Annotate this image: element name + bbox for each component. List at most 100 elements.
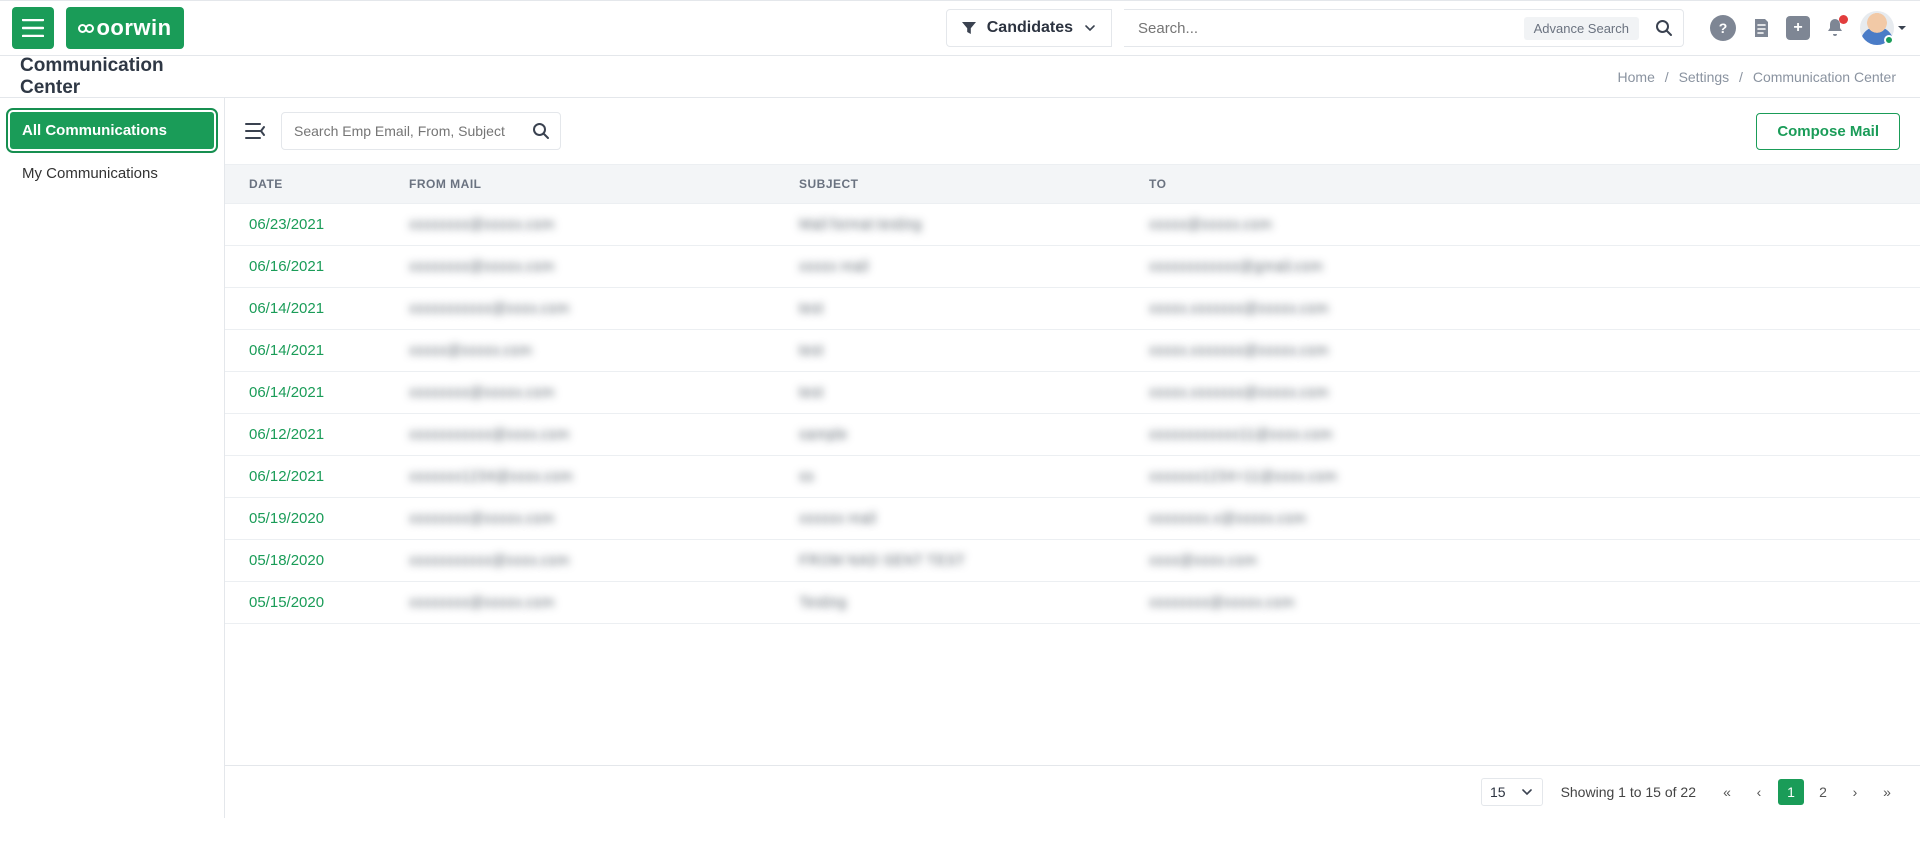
cell-subject: xxxxxx mail xyxy=(799,510,876,527)
table-row[interactable]: 06/14/2021xxxxx@xxxxx.comtestxxxxx.xxxxx… xyxy=(225,330,1920,372)
cell-subject: xxxxx mail xyxy=(799,258,868,275)
cell-from: xxxxxxxx@xxxxx.com xyxy=(409,216,554,233)
column-header-to[interactable]: TO xyxy=(1135,165,1920,204)
add-button[interactable]: + xyxy=(1786,16,1810,40)
search-icon xyxy=(1655,19,1673,37)
top-actions: ? + xyxy=(1710,11,1908,45)
page-last[interactable]: » xyxy=(1874,779,1900,805)
chevron-down-icon xyxy=(1083,21,1097,35)
table-search xyxy=(281,112,561,150)
help-button[interactable]: ? xyxy=(1710,15,1736,41)
cell-from: xxxxxxxx@xxxxx.com xyxy=(409,510,554,527)
column-header-date[interactable]: DATE xyxy=(225,165,395,204)
page-prev[interactable]: ‹ xyxy=(1746,779,1772,805)
cell-date: 05/15/2020 xyxy=(225,582,395,624)
table-row[interactable]: 06/16/2021 xxxxxxxx@xxxxx.com xxxxx mail xx… xyxy=(225,246,1920,288)
cell-subject: sample xyxy=(799,426,847,443)
table-row[interactable]: 05/15/2020xxxxxxxx@xxxxx.comTestingxxxxx… xyxy=(225,582,1920,624)
hamburger-icon xyxy=(22,19,44,37)
cell-date: 06/14/2021 xyxy=(225,288,395,330)
notifications-button[interactable] xyxy=(1824,17,1846,39)
cell-from: xxxxxxxx@xxxxx.com xyxy=(409,258,554,275)
plus-icon: + xyxy=(1793,19,1802,37)
table-row[interactable]: 06/23/2021 xxxxxxxx@xxxxx.com Mail format … xyxy=(225,204,1920,246)
cell-to: xxxxx.xxxxxxx@xxxxx.com xyxy=(1149,384,1328,401)
result-count: Showing 1 to 15 of 22 xyxy=(1561,784,1696,800)
filter-panel-icon xyxy=(245,121,267,141)
crumb-settings[interactable]: Settings xyxy=(1679,69,1730,85)
cell-from: xxxxxxxx@xxxxx.com xyxy=(409,384,554,401)
cell-subject: ss xyxy=(799,468,814,485)
column-header-from[interactable]: FROM MAIL xyxy=(395,165,785,204)
advance-search-button[interactable]: Advance Search xyxy=(1524,17,1639,40)
sub-header: Communication Center Home / Settings / C… xyxy=(0,56,1920,98)
top-bar: oorwin Candidates Advance Search ? + xyxy=(0,0,1920,56)
cell-to: xxxxxxxx@xxxxx.com xyxy=(1149,594,1294,611)
page-title: Communication Center xyxy=(20,55,164,98)
cell-subject: test xyxy=(799,342,823,359)
table-row[interactable]: 06/12/2021xxxxxxx1234@xxxx.comssxxxxxxx1… xyxy=(225,456,1920,498)
notes-button[interactable] xyxy=(1750,17,1772,39)
table-row[interactable]: 06/14/2021xxxxxxxxxxx@xxxx.comtestxxxxx.… xyxy=(225,288,1920,330)
cell-date: 05/19/2020 xyxy=(225,498,395,540)
content-area: Compose Mail DATE FROM MAIL SUBJECT TO 0… xyxy=(225,98,1920,818)
sidebar-item-my-communications[interactable]: My Communications xyxy=(10,155,214,192)
cell-subject: test xyxy=(799,384,823,401)
page-first[interactable]: « xyxy=(1714,779,1740,805)
user-avatar[interactable] xyxy=(1860,11,1894,45)
main-menu-button[interactable] xyxy=(12,7,54,49)
table-search-input[interactable] xyxy=(282,123,522,139)
cell-from: xxxxxxxxxxx@xxxx.com xyxy=(409,552,569,569)
cell-date: 06/12/2021 xyxy=(225,414,395,456)
page-next[interactable]: › xyxy=(1842,779,1868,805)
cell-subject: test xyxy=(799,300,823,317)
notes-icon xyxy=(1750,17,1772,39)
search-scope-dropdown[interactable]: Candidates xyxy=(946,9,1112,47)
table-footer: 15 Showing 1 to 15 of 22 « ‹ 12 › » xyxy=(225,765,1920,818)
cell-subject: FROM NAD SENT TEST xyxy=(799,552,965,569)
table-row[interactable]: 05/18/2020 xxxxxxxxxxx@xxxx.com FROM NAD S… xyxy=(225,540,1920,582)
sidebar: All Communications My Communications xyxy=(0,98,225,818)
global-search-button[interactable] xyxy=(1645,19,1683,37)
cell-from: xxxxxxxxxxx@xxxx.com xyxy=(409,300,569,317)
cell-to: xxxxxxxxxxxx@gmail.com xyxy=(1149,258,1323,275)
cell-subject: Mail format testing xyxy=(799,216,922,233)
cell-to: xxxx@xxxx.com xyxy=(1149,552,1257,569)
cell-from: xxxxxxxx@xxxxx.com xyxy=(409,594,554,611)
sidebar-item-all-communications[interactable]: All Communications xyxy=(10,112,214,149)
help-icon: ? xyxy=(1719,20,1728,36)
page-number[interactable]: 2 xyxy=(1810,779,1836,805)
page-size-select[interactable]: 15 xyxy=(1481,778,1543,806)
cell-from: xxxxxxx1234@xxxx.com xyxy=(409,468,573,485)
table-row[interactable]: 05/19/2020xxxxxxxx@xxxxx.comxxxxxx mailx… xyxy=(225,498,1920,540)
main-layout: All Communications My Communications Comp… xyxy=(0,98,1920,818)
table-search-button[interactable] xyxy=(522,122,560,140)
compose-mail-button[interactable]: Compose Mail xyxy=(1756,113,1900,150)
page-size-value: 15 xyxy=(1490,784,1506,800)
filter-toggle-button[interactable] xyxy=(245,121,267,141)
communications-table: DATE FROM MAIL SUBJECT TO 06/23/2021 xxxx… xyxy=(225,164,1920,624)
table-row[interactable]: 06/14/2021 xxxxxxxx@xxxxx.com test xxxxx.xx… xyxy=(225,372,1920,414)
pagination: « ‹ 12 › » xyxy=(1714,779,1900,805)
crumb-home[interactable]: Home xyxy=(1618,69,1655,85)
cell-date: 06/14/2021 xyxy=(225,372,395,414)
brand-logo-text: oorwin xyxy=(96,15,171,41)
brand-logo[interactable]: oorwin xyxy=(66,7,184,49)
cell-to: xxxxx.xxxxxxx@xxxxx.com xyxy=(1149,342,1328,359)
page-number[interactable]: 1 xyxy=(1778,779,1804,805)
cell-from: xxxxxxxxxxx@xxxx.com xyxy=(409,426,569,443)
cell-to: xxxxx@xxxxx.com xyxy=(1149,216,1272,233)
toolbar: Compose Mail xyxy=(225,98,1920,164)
global-search-input[interactable] xyxy=(1124,20,1524,37)
notification-dot-icon xyxy=(1839,15,1848,24)
column-header-subject[interactable]: SUBJECT xyxy=(785,165,1135,204)
cell-date: 06/23/2021 xyxy=(225,204,395,246)
cell-date: 05/18/2020 xyxy=(225,540,395,582)
crumb-current: Communication Center xyxy=(1753,69,1896,85)
presence-online-icon xyxy=(1884,35,1894,45)
cell-date: 06/12/2021 xyxy=(225,456,395,498)
cell-to: xxxxxxxxxxxx11@xxxx.com xyxy=(1149,426,1332,443)
cell-date: 06/16/2021 xyxy=(225,246,395,288)
table-row[interactable]: 06/12/2021 xxxxxxxxxxx@xxxx.com sample xxxx… xyxy=(225,414,1920,456)
user-menu-caret-icon[interactable] xyxy=(1896,22,1908,34)
